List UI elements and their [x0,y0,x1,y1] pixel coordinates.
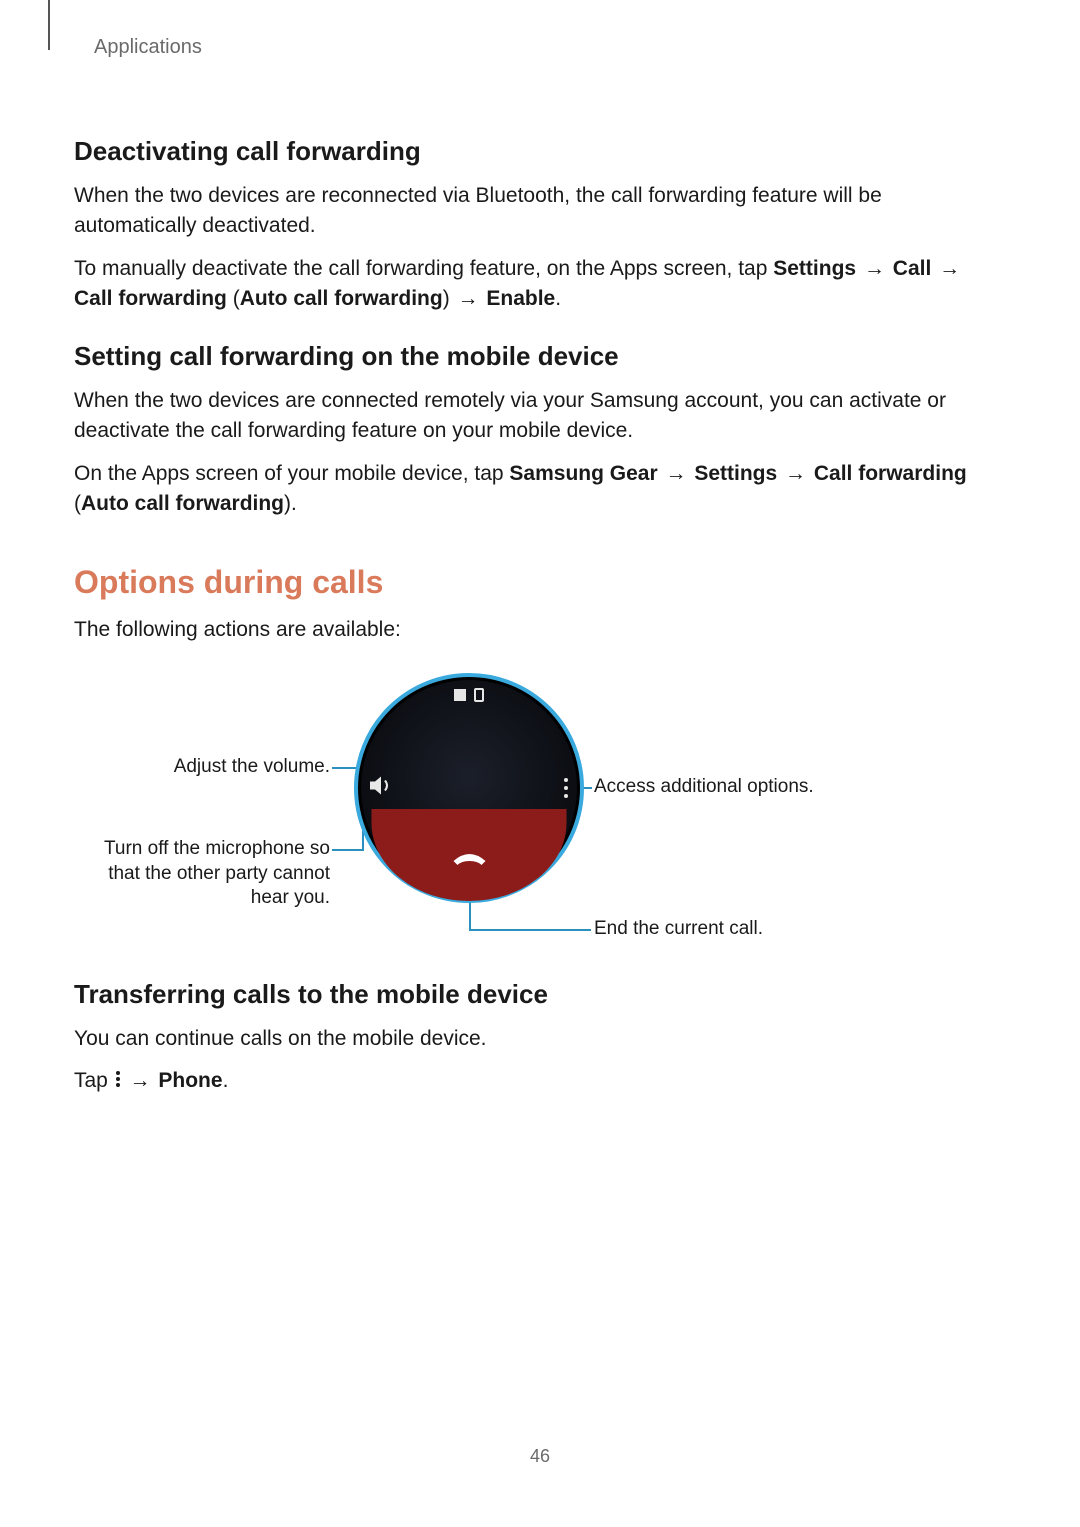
header-rule [48,0,50,50]
arrow-icon: → [456,284,481,314]
volume-icon [368,774,394,801]
text: ( [227,287,240,310]
transfer-p2: Tap → Phone. [74,1066,1006,1096]
deact-p2: To manually deactivate the call forwardi… [74,254,1006,315]
text: ( [74,492,81,515]
arrow-icon: → [664,459,689,489]
status-icon [474,688,484,702]
label-enable: Enable [486,287,555,310]
label-auto-call-forwarding: Auto call forwarding [81,492,284,515]
watch-face [354,673,584,903]
lead-line [469,899,471,929]
label-settings: Settings [694,462,777,485]
text: ) [443,287,456,310]
arrow-icon: → [937,254,962,284]
page-number: 46 [530,1446,550,1467]
heading-transferring-calls: Transferring calls to the mobile device [74,979,1006,1010]
end-call-icon [449,847,489,867]
page-content: Deactivating call forwarding When the tw… [74,110,1006,1109]
label-auto-call-forwarding: Auto call forwarding [240,287,443,310]
end-call-button [372,809,567,901]
text: ). [284,492,297,515]
callout-end-call: End the current call. [594,917,763,942]
label-call-forwarding: Call forwarding [814,462,967,485]
text: On the Apps screen of your mobile device… [74,462,509,485]
heading-setting-cf: Setting call forwarding on the mobile de… [74,341,1006,372]
label-call-forwarding: Call forwarding [74,287,227,310]
breadcrumb: Applications [94,36,202,59]
label-settings: Settings [773,257,856,280]
text: To manually deactivate the call forwardi… [74,257,773,280]
transfer-p1: You can continue calls on the mobile dev… [74,1024,1006,1054]
arrow-icon: → [783,459,808,489]
more-options-icon [114,1069,122,1089]
lead-line [469,929,591,931]
callout-volume: Adjust the volume. [74,755,330,780]
options-intro: The following actions are available: [74,615,1006,645]
more-options-icon [564,774,568,802]
lead-line [332,849,362,851]
callout-mute: Turn off the microphone so that the othe… [74,837,330,911]
text: Tap [74,1069,114,1092]
deact-p1: When the two devices are reconnected via… [74,181,1006,242]
text: . [223,1069,229,1092]
call-options-figure: Adjust the volume. Turn off the micropho… [74,663,1006,953]
status-icon [454,689,466,701]
callout-more-options: Access additional options. [594,775,814,800]
heading-options-during-calls: Options during calls [74,564,1006,601]
label-phone: Phone [158,1069,222,1092]
arrow-icon: → [128,1066,153,1096]
heading-deactivating: Deactivating call forwarding [74,136,1006,167]
label-samsung-gear: Samsung Gear [509,462,657,485]
arrow-icon: → [862,254,887,284]
label-call: Call [893,257,932,280]
text: . [555,287,561,310]
status-icons [454,688,484,702]
setcf-p2: On the Apps screen of your mobile device… [74,459,1006,520]
setcf-p1: When the two devices are connected remot… [74,386,1006,447]
